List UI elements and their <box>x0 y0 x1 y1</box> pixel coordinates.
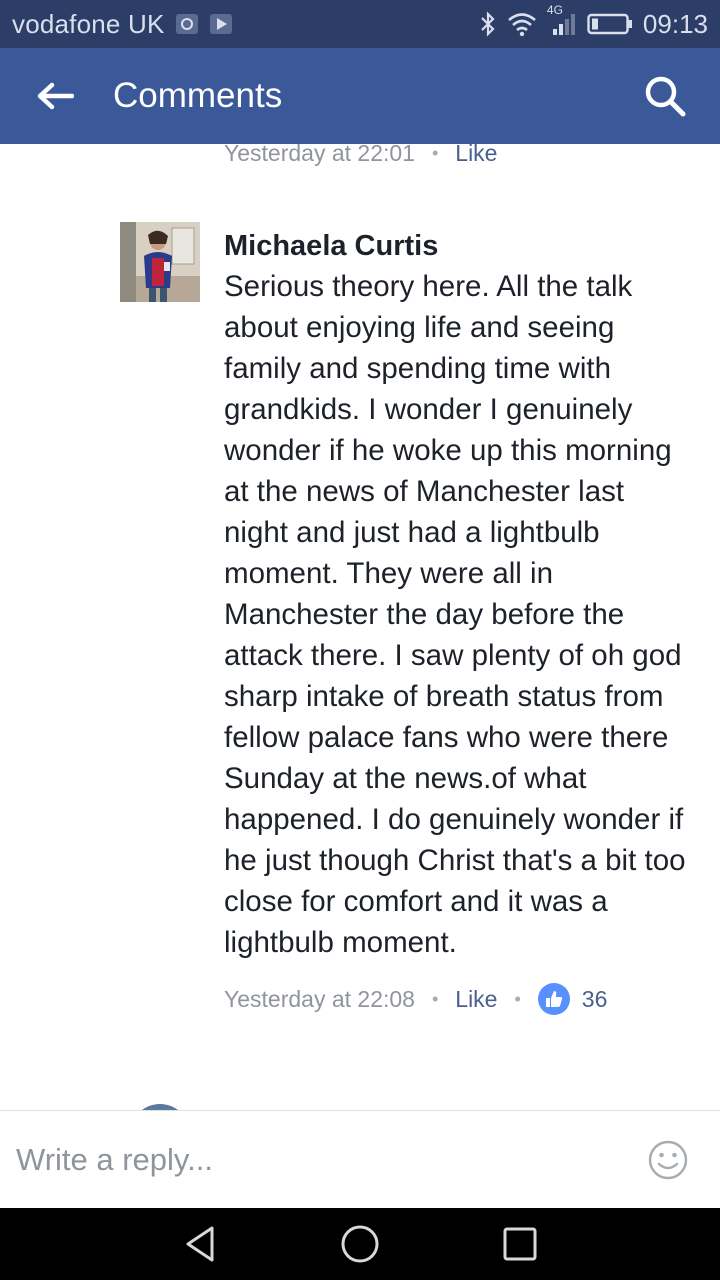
square-recent-icon <box>503 1227 537 1261</box>
play-store-icon <box>209 13 233 35</box>
notification-app-icon <box>175 13 199 35</box>
app-bar: Comments <box>0 48 720 144</box>
network-type-label: 4G <box>546 3 563 17</box>
comment-timestamp: Yesterday at 22:08 <box>224 985 415 1012</box>
bluetooth-icon <box>479 10 497 38</box>
nav-back-button[interactable] <box>120 1208 280 1280</box>
comments-list[interactable]: Yesterday at 22:01 • Like Michaela Curti… <box>0 144 720 1110</box>
reply-bar <box>0 1110 720 1208</box>
comment-author[interactable]: Michaela Curtis <box>224 226 694 266</box>
nav-home-button[interactable] <box>280 1208 440 1280</box>
avatar[interactable] <box>120 222 200 302</box>
search-icon <box>645 76 686 117</box>
triangle-back-icon <box>186 1226 214 1262</box>
system-nav-bar <box>0 1208 720 1280</box>
previous-comment-meta: Yesterday at 22:01 • Like <box>224 144 497 167</box>
emoji-button[interactable] <box>638 1130 698 1190</box>
smiley-icon <box>648 1140 688 1179</box>
cellular-signal-icon: 4G <box>547 3 577 37</box>
reply-input[interactable] <box>16 1141 638 1178</box>
circle-home-icon <box>341 1225 379 1263</box>
status-left: vodafone UK <box>12 9 233 40</box>
thumbs-up-icon <box>537 983 570 1015</box>
separator-dot: • <box>431 988 439 1009</box>
comment-text: Serious theory here. All the talk about … <box>224 270 686 959</box>
search-button[interactable] <box>610 48 720 144</box>
wifi-icon <box>507 11 537 37</box>
clock-label: 09:13 <box>642 8 708 39</box>
page-title: Comments <box>113 76 283 115</box>
separator-dot: • <box>514 988 521 1009</box>
back-button[interactable] <box>0 48 110 144</box>
status-right: 4G 09:13 <box>479 3 708 40</box>
previous-comment-like-button[interactable]: Like <box>455 144 497 167</box>
reaction-count[interactable]: 36 <box>537 983 608 1015</box>
previous-comment-timestamp: Yesterday at 22:01 <box>224 144 415 166</box>
like-count: 36 <box>581 985 608 1012</box>
separator-dot: • <box>431 144 439 163</box>
carrier-label: vodafone UK <box>12 8 165 39</box>
comment-meta: Yesterday at 22:08 • Like • 36 <box>224 983 694 1015</box>
nav-recent-button[interactable] <box>440 1208 600 1280</box>
status-bar: vodafone UK 4G 09:13 <box>0 0 720 48</box>
comment-body: Michaela Curtis Serious theory here. All… <box>224 226 694 1015</box>
arrow-left-icon <box>37 82 74 110</box>
comment-like-button[interactable]: Like <box>455 986 497 1013</box>
battery-icon <box>587 12 633 36</box>
